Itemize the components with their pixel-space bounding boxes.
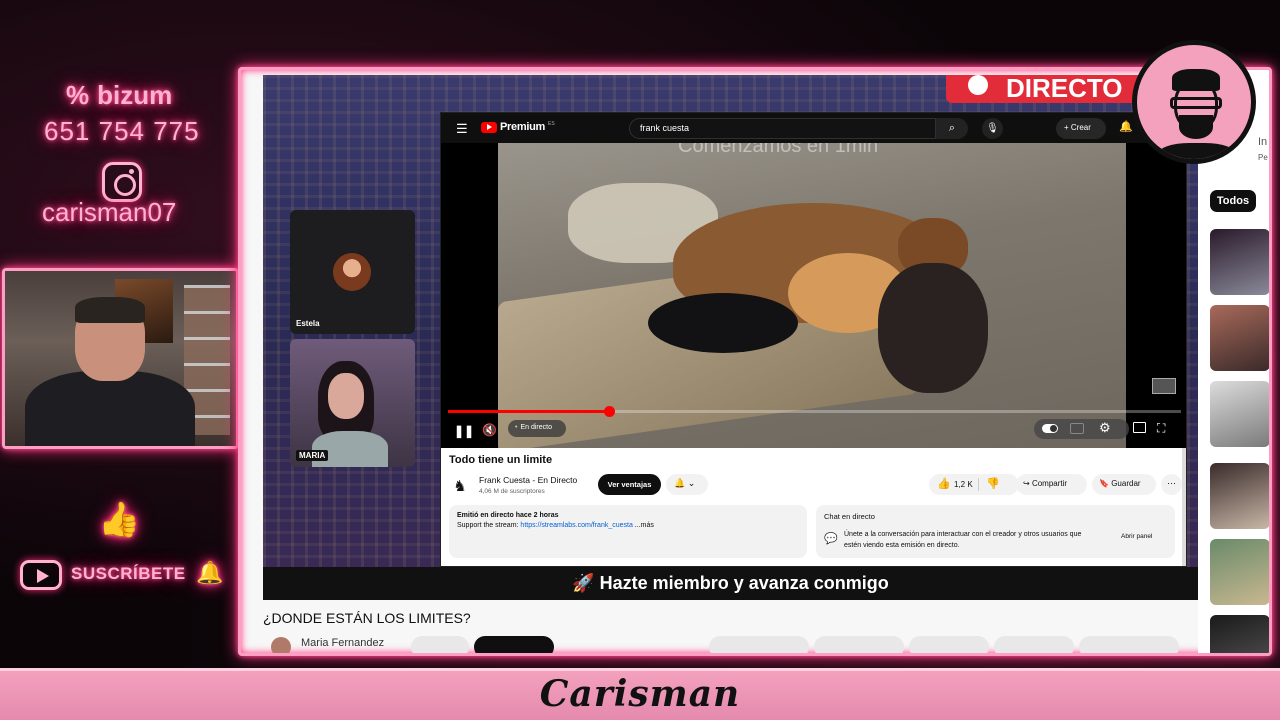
video-player[interactable]: Comenzamos en 1min ❚❚ 🔇 En directo xyxy=(441,143,1186,448)
fullscreen-icon[interactable]: ⛶ xyxy=(1157,421,1165,436)
open-panel-button[interactable]: Abrir panel xyxy=(1121,533,1152,540)
progress-fill xyxy=(448,410,610,413)
save-button[interactable]: 🔖 Guardar xyxy=(1092,474,1156,495)
bookmark-icon: 🔖 xyxy=(1099,479,1109,488)
thumb-up-icon[interactable]: 👍 xyxy=(937,477,951,490)
participant-name: Estela xyxy=(296,319,320,328)
like-count[interactable]: 1,2 K xyxy=(954,480,973,489)
recommendation-thumbnail[interactable] xyxy=(1210,463,1269,529)
action-pill[interactable] xyxy=(474,636,554,653)
live-indicator[interactable]: En directo xyxy=(508,420,566,437)
streamer-logo-avatar xyxy=(1132,40,1256,164)
action-pill[interactable] xyxy=(709,636,809,653)
sidebar-text: Pe xyxy=(1258,153,1268,162)
author-name[interactable]: Maria Fernandez xyxy=(301,637,384,649)
sidebar-text: In xyxy=(1258,136,1268,148)
action-pill[interactable] xyxy=(909,636,989,653)
miniplayer-icon[interactable] xyxy=(1133,422,1146,433)
microphone xyxy=(81,446,115,449)
inner-stream: DIRECTO Estela MARIA ☰ Premium ES frank … xyxy=(263,75,1198,600)
voice-search-icon[interactable]: 🎙 xyxy=(982,118,1003,139)
video-title: Todo tiene un limite xyxy=(449,454,553,466)
page-title: ¿DONDE ESTÁN LOS LIMITES? xyxy=(263,610,471,626)
streamer xyxy=(25,297,195,449)
participant-tile-estela: Estela xyxy=(290,210,415,334)
bizum-icon: % xyxy=(66,80,90,110)
progress-bar[interactable] xyxy=(448,406,1181,417)
join-button[interactable]: Ver ventajas xyxy=(598,474,661,495)
thumb-down-icon[interactable]: 👎 xyxy=(986,477,1000,490)
subtitles-icon[interactable] xyxy=(1070,423,1084,434)
action-pill[interactable] xyxy=(411,636,469,653)
pause-icon[interactable]: ❚❚ xyxy=(454,424,474,438)
bizum-label: bizum xyxy=(97,80,173,110)
description-link[interactable]: https://streamlabs.com/frank_cuesta xyxy=(520,522,632,529)
share-button[interactable]: ↪ Compartir xyxy=(1016,474,1087,495)
avatar xyxy=(333,253,371,291)
youtube-window: ☰ Premium ES frank cuesta ⌕ 🎙 + Crear 🔔 … xyxy=(440,112,1187,567)
video-frame: Comenzamos en 1min xyxy=(498,143,1126,448)
instagram-username: carisman07 xyxy=(42,197,177,227)
channel-name[interactable]: Frank Cuesta - En Directo xyxy=(479,475,577,485)
stream-date: Emitió en directo hace 2 horas xyxy=(457,512,559,519)
live-chat-description: Únete a la conversación para interactuar… xyxy=(844,531,1082,549)
brand-name: Carisman xyxy=(539,673,741,715)
action-pill[interactable] xyxy=(1079,636,1179,653)
notifications-icon[interactable]: 🔔 xyxy=(1119,120,1133,133)
bizum-phone: 651 754 775 xyxy=(44,116,200,146)
live-chat-box: Chat en directo 💬 Únete a la conversació… xyxy=(816,505,1175,558)
chat-icon: 💬 xyxy=(824,533,838,545)
youtube-logo-icon xyxy=(481,121,497,133)
avatar xyxy=(271,637,291,653)
video-overlay-text: Comenzamos en 1min xyxy=(678,143,879,157)
share-icon: ↪ xyxy=(1023,479,1030,488)
channel-subscribers: 4,06 M de suscriptores xyxy=(479,488,545,495)
settings-icon[interactable]: ⚙ xyxy=(1099,420,1111,436)
autoplay-toggle-icon[interactable] xyxy=(1042,424,1058,433)
bizum-block: % bizum xyxy=(66,80,172,111)
create-button[interactable]: + Crear xyxy=(1056,118,1106,139)
main-stream-frame: DIRECTO Estela MARIA ☰ Premium ES frank … xyxy=(238,67,1272,656)
membership-banner: 🚀 Hazte miembro y avanza conmigo xyxy=(263,567,1198,600)
subscribe-label: SUSCRÍBETE xyxy=(71,564,186,583)
subscription-bell-button[interactable]: 🔔 ⌄ xyxy=(666,474,708,495)
participant-tile-maria: MARIA xyxy=(290,339,415,467)
youtube-topbar: ☰ Premium ES frank cuesta ⌕ 🎙 + Crear 🔔 xyxy=(441,113,1186,143)
instagram-icon xyxy=(102,162,142,202)
more-options-icon[interactable]: ⋯ xyxy=(1161,474,1182,495)
description-box[interactable]: Emitió en directo hace 2 horas Support t… xyxy=(449,505,807,558)
recommendation-thumbnail[interactable] xyxy=(1210,229,1269,295)
recommendation-thumbnail[interactable] xyxy=(1210,305,1269,371)
youtube-icon xyxy=(20,560,62,590)
action-pill[interactable] xyxy=(814,636,904,653)
search-input[interactable]: frank cuesta xyxy=(629,118,936,139)
chip-todos[interactable]: Todos xyxy=(1210,190,1256,212)
chevron-down-icon: ⌄ xyxy=(687,478,696,488)
channel-avatar[interactable]: ♞ xyxy=(449,476,471,498)
action-pill[interactable] xyxy=(994,636,1074,653)
bell-icon: 🔔 xyxy=(196,560,224,585)
like-dislike-group: 👍 1,2 K 👎 xyxy=(929,474,1019,495)
like-icon: 👍 xyxy=(98,501,141,539)
channel-watermark xyxy=(1152,378,1176,394)
bell-icon: 🔔 xyxy=(674,478,686,488)
description-text: Support the stream: https://streamlabs.c… xyxy=(457,522,654,529)
directo-badge: DIRECTO xyxy=(946,75,1146,103)
more-link[interactable]: ...más xyxy=(633,522,654,529)
streamer-webcam xyxy=(2,268,239,449)
youtube-logo[interactable]: Premium ES xyxy=(481,121,555,133)
participant-name: MARIA xyxy=(296,450,329,461)
recommendation-thumbnail[interactable] xyxy=(1210,615,1269,653)
menu-icon[interactable]: ☰ xyxy=(456,121,468,137)
volume-muted-icon[interactable]: 🔇 xyxy=(482,423,497,437)
search-icon[interactable]: ⌕ xyxy=(936,118,968,139)
scrollbar[interactable] xyxy=(1182,448,1186,566)
recommendation-thumbnail[interactable] xyxy=(1210,381,1269,447)
recommendation-thumbnail[interactable] xyxy=(1210,539,1269,605)
player-controls-group: ⚙ xyxy=(1034,419,1129,439)
live-chat-title: Chat en directo xyxy=(824,512,875,521)
